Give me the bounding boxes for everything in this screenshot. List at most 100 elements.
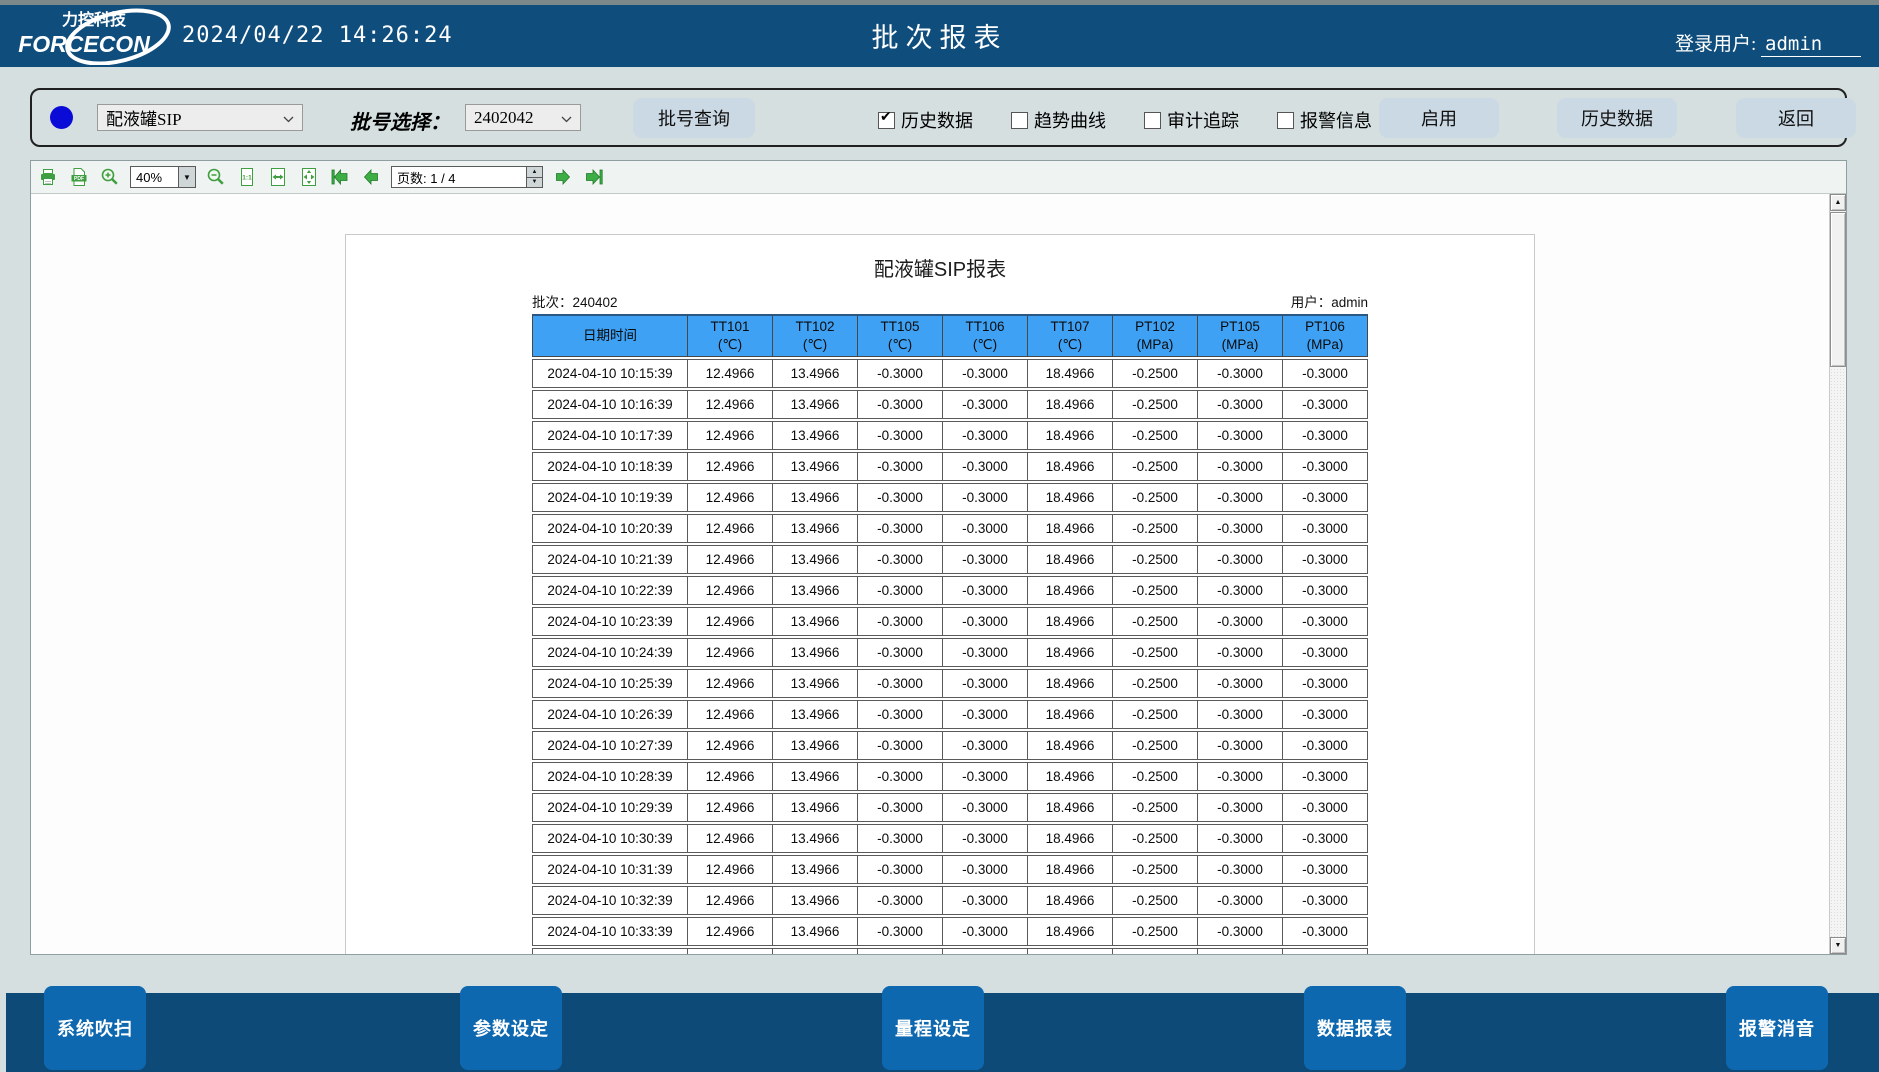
vertical-scrollbar[interactable]: ▲ ▼	[1829, 194, 1846, 954]
scroll-down-icon[interactable]: ▼	[1830, 937, 1846, 954]
value-cell: 18.4966	[1028, 545, 1113, 574]
checkbox-checked-icon[interactable]: ✔	[878, 112, 895, 129]
value-cell: 13.4966	[773, 576, 858, 605]
footer-button-system-purge[interactable]: 系统吹扫	[44, 986, 146, 1070]
checkbox-item-0[interactable]: ✔历史数据	[878, 107, 973, 133]
report-viewer-toolbar: PDF 40% ▼	[31, 161, 1846, 194]
value-cell: -0.3000	[1198, 452, 1283, 481]
zoom-level-select[interactable]: 40% ▼	[130, 166, 196, 188]
datetime-cell: 2024-04-10 10:24:39	[532, 638, 688, 667]
return-button[interactable]: 返回	[1736, 98, 1856, 138]
value-cell: -0.3000	[1283, 545, 1368, 574]
value-cell: -0.3000	[1198, 576, 1283, 605]
value-cell: -0.3000	[858, 669, 943, 698]
checkbox-unchecked-icon[interactable]	[1011, 112, 1028, 129]
prev-page-icon[interactable]	[360, 166, 382, 188]
value-cell: -0.3000	[858, 514, 943, 543]
scrollbar-thumb[interactable]	[1830, 212, 1846, 367]
value-cell: -0.3000	[858, 948, 943, 954]
footer-button-parameter-setting[interactable]: 参数设定	[460, 986, 562, 1070]
table-row: 2024-04-10 10:32:3912.496613.4966-0.3000…	[532, 886, 1368, 915]
value-cell: 18.4966	[1028, 731, 1113, 760]
report-batch-label: 批次：240402	[532, 291, 618, 311]
history-data-button[interactable]: 历史数据	[1557, 98, 1677, 138]
value-cell: -0.2500	[1113, 421, 1198, 450]
value-cell: -0.3000	[1283, 390, 1368, 419]
batch-query-button[interactable]: 批号查询	[633, 98, 755, 138]
print-icon[interactable]	[37, 166, 59, 188]
value-cell: -0.2500	[1113, 948, 1198, 954]
value-cell: -0.2500	[1113, 390, 1198, 419]
enable-button[interactable]: 启用	[1379, 98, 1499, 138]
value-cell: -0.3000	[943, 855, 1028, 884]
batch-select[interactable]: 2402042	[465, 104, 581, 131]
report-user-label: 用户：admin	[1291, 291, 1368, 311]
datetime-cell: 2024-04-10 10:15:39	[532, 359, 688, 388]
fit-width-icon[interactable]	[267, 166, 289, 188]
value-cell: -0.3000	[1198, 762, 1283, 791]
page-number-input[interactable]: 页数: 1 / 4 ▲ ▼	[391, 166, 543, 188]
footer-button-data-report[interactable]: 数据报表	[1304, 986, 1406, 1070]
forcecon-logo: 力控科技 FORCECON	[6, 7, 178, 65]
value-cell: -0.3000	[1283, 731, 1368, 760]
checkbox-unchecked-icon[interactable]	[1277, 112, 1294, 129]
table-row: 2024-04-10 10:22:3912.496613.4966-0.3000…	[532, 576, 1368, 605]
spin-up-button[interactable]: ▲	[527, 167, 542, 177]
report-viewer: PDF 40% ▼	[30, 160, 1847, 955]
last-page-icon[interactable]	[583, 166, 605, 188]
value-cell: -0.3000	[858, 917, 943, 946]
device-select[interactable]: 配液罐SIP	[97, 104, 303, 131]
datetime-cell: 2024-04-10 10:31:39	[532, 855, 688, 884]
value-cell: -0.3000	[858, 576, 943, 605]
checkbox-item-2[interactable]: 审计追踪	[1144, 107, 1239, 133]
zoom-in-icon[interactable]	[99, 166, 121, 188]
export-pdf-icon[interactable]: PDF	[68, 166, 90, 188]
value-cell: 13.4966	[773, 917, 858, 946]
report-table: 日期时间TT101 (℃)TT102 (℃)TT105 (℃)TT106 (℃)…	[532, 312, 1368, 954]
datetime-cell: 2024-04-10 10:25:39	[532, 669, 688, 698]
value-cell: 12.4966	[688, 793, 773, 822]
datetime-cell: 2024-04-10 10:33:39	[532, 917, 688, 946]
value-cell: 13.4966	[773, 669, 858, 698]
datetime-cell: 2024-04-10 10:32:39	[532, 886, 688, 915]
value-cell: 12.4966	[688, 669, 773, 698]
column-header: TT101 (℃)	[688, 314, 773, 357]
value-cell: 12.4966	[688, 421, 773, 450]
datetime-cell: 2024-04-10 10:21:39	[532, 545, 688, 574]
value-cell: -0.3000	[1283, 421, 1368, 450]
value-cell: -0.2500	[1113, 824, 1198, 853]
value-cell: 13.4966	[773, 452, 858, 481]
report-meta: 批次：240402 用户：admin	[532, 291, 1368, 311]
batch-select-label: 批号选择：	[350, 106, 450, 135]
table-row: 2024-04-10 10:15:3912.496613.4966-0.3000…	[532, 359, 1368, 388]
zoom-out-icon[interactable]	[205, 166, 227, 188]
footer-button-range-setting[interactable]: 量程设定	[882, 986, 984, 1070]
next-page-icon[interactable]	[552, 166, 574, 188]
value-cell: -0.3000	[1198, 669, 1283, 698]
table-row: 2024-04-10 10:27:3912.496613.4966-0.3000…	[532, 731, 1368, 760]
checkbox-item-1[interactable]: 趋势曲线	[1011, 107, 1106, 133]
value-cell: -0.3000	[1283, 483, 1368, 512]
actual-size-icon[interactable]: 1:1	[236, 166, 258, 188]
spin-down-button[interactable]: ▼	[527, 177, 542, 188]
value-cell: 18.4966	[1028, 824, 1113, 853]
value-cell: -0.3000	[1198, 700, 1283, 729]
checkbox-group: ✔历史数据 趋势曲线 审计追踪 报警信息	[878, 107, 1372, 133]
checkbox-unchecked-icon[interactable]	[1144, 112, 1161, 129]
value-cell: -0.3000	[1283, 638, 1368, 667]
value-cell: 18.4966	[1028, 948, 1113, 954]
table-header-row: 日期时间TT101 (℃)TT102 (℃)TT105 (℃)TT106 (℃)…	[532, 314, 1368, 357]
zoom-dropdown-button[interactable]: ▼	[178, 167, 195, 187]
checkbox-item-3[interactable]: 报警信息	[1277, 107, 1372, 133]
fit-page-icon[interactable]	[298, 166, 320, 188]
value-cell: -0.3000	[943, 421, 1028, 450]
first-page-icon[interactable]	[329, 166, 351, 188]
scroll-up-icon[interactable]: ▲	[1830, 194, 1846, 211]
value-cell: -0.3000	[858, 545, 943, 574]
chevron-down-icon	[561, 108, 572, 128]
batch-select-value: 2402042	[474, 108, 534, 128]
value-cell: 18.4966	[1028, 390, 1113, 419]
table-row: 2024-04-10 10:21:3912.496613.4966-0.3000…	[532, 545, 1368, 574]
footer-button-alarm-mute[interactable]: 报警消音	[1726, 986, 1828, 1070]
svg-text:PDF: PDF	[74, 176, 84, 182]
